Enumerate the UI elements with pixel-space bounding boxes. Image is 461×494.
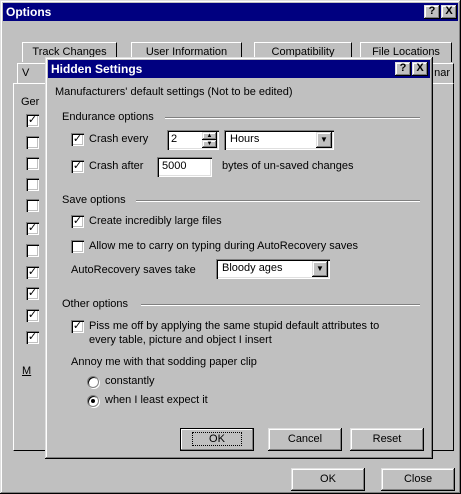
piss-off-label-line2: every table, picture and object I insert xyxy=(89,334,272,346)
options-title: Options xyxy=(6,5,52,19)
large-files-checkbox[interactable]: ✓ xyxy=(71,215,84,228)
options-left-checkbox[interactable]: ✓ xyxy=(26,287,39,300)
spin-up-button[interactable]: ▲ xyxy=(202,132,217,140)
autorecovery-label: AutoRecovery saves take xyxy=(71,264,196,276)
chevron-down-icon[interactable]: ▼ xyxy=(312,261,328,277)
radio-least-expect-label: when I least expect it xyxy=(105,394,208,406)
radio-constantly[interactable] xyxy=(87,376,99,388)
crash-unit-value: Hours xyxy=(230,133,260,145)
crash-after-checkbox[interactable]: ✓ xyxy=(71,160,84,173)
endurance-separator xyxy=(165,117,420,119)
chevron-down-icon[interactable]: ▼ xyxy=(316,132,332,148)
radio-constantly-label: constantly xyxy=(105,375,155,387)
spin-down-button[interactable]: ▼ xyxy=(202,140,217,148)
hidden-reset-label: Reset xyxy=(372,433,402,445)
options-left-checkbox[interactable] xyxy=(26,199,39,212)
crash-after-suffix: bytes of un-saved changes xyxy=(222,160,354,172)
carry-on-label: Allow me to carry on typing during AutoR… xyxy=(89,240,359,252)
hidden-ok-button[interactable]: OK xyxy=(180,428,254,451)
m-label-partial: M xyxy=(22,365,32,377)
options-left-checkbox[interactable] xyxy=(26,157,39,170)
radio-least-expect[interactable] xyxy=(87,395,99,407)
crash-every-label: Crash every xyxy=(89,133,148,145)
piss-off-label-line1: Piss me off by applying the same stupid … xyxy=(89,320,380,332)
crash-after-input[interactable]: 5000 xyxy=(157,157,212,177)
hidden-title: Hidden Settings xyxy=(51,62,143,76)
options-close-dialog-button[interactable]: Close xyxy=(381,468,455,491)
options-ok-button[interactable]: OK xyxy=(291,468,365,491)
options-left-checkbox[interactable]: ✓ xyxy=(26,309,39,322)
radio-selected-dot xyxy=(91,399,95,403)
carry-on-checkbox[interactable] xyxy=(71,240,84,253)
save-separator xyxy=(136,200,420,202)
crash-after-label: Crash after xyxy=(89,160,144,172)
options-left-checkbox[interactable] xyxy=(26,136,39,149)
options-left-checkbox[interactable]: ✓ xyxy=(26,266,39,279)
options-left-checkbox[interactable]: ✓ xyxy=(26,114,39,127)
tab-view-partial[interactable]: V xyxy=(17,63,47,83)
hidden-help-button[interactable]: ? xyxy=(395,62,411,76)
hidden-reset-button[interactable]: Reset xyxy=(350,428,424,451)
options-left-checkbox[interactable] xyxy=(26,178,39,191)
endurance-group-label: Endurance options xyxy=(62,111,154,123)
large-files-label: Create incredibly large files xyxy=(89,215,222,227)
other-separator xyxy=(141,304,420,306)
hidden-close-button[interactable]: X xyxy=(412,62,428,76)
intro-text: Manufacturers' default settings (Not to … xyxy=(55,86,293,98)
save-group-label: Save options xyxy=(62,194,126,206)
general-label-partial: Ger xyxy=(21,96,40,108)
autorecovery-select[interactable]: Bloody ages ▼ xyxy=(216,259,330,279)
crash-unit-select[interactable]: Hours ▼ xyxy=(224,130,334,150)
hidden-ok-label: OK xyxy=(192,432,242,446)
crash-every-text: Crash every xyxy=(89,133,149,145)
options-left-checkbox[interactable]: ✓ xyxy=(26,331,39,344)
crash-after-value: 5000 xyxy=(162,160,187,172)
hidden-cancel-button[interactable]: Cancel xyxy=(268,428,342,451)
hidden-title-bar: Hidden Settings xyxy=(48,60,430,78)
options-help-button[interactable]: ? xyxy=(424,5,440,19)
options-title-bar: Options xyxy=(3,3,458,21)
options-left-checkbox[interactable]: ✓ xyxy=(26,222,39,235)
options-left-checkbox[interactable] xyxy=(26,244,39,257)
options-close-button[interactable]: X xyxy=(441,5,457,19)
annoy-label: Annoy me with that sodding paper clip xyxy=(71,356,257,368)
crash-every-checkbox[interactable]: ✓ xyxy=(71,133,84,146)
autorecovery-value: Bloody ages xyxy=(222,262,283,274)
crash-every-value: 2 xyxy=(171,133,178,145)
piss-off-checkbox[interactable]: ✓ xyxy=(71,320,84,333)
other-group-label: Other options xyxy=(62,298,129,310)
